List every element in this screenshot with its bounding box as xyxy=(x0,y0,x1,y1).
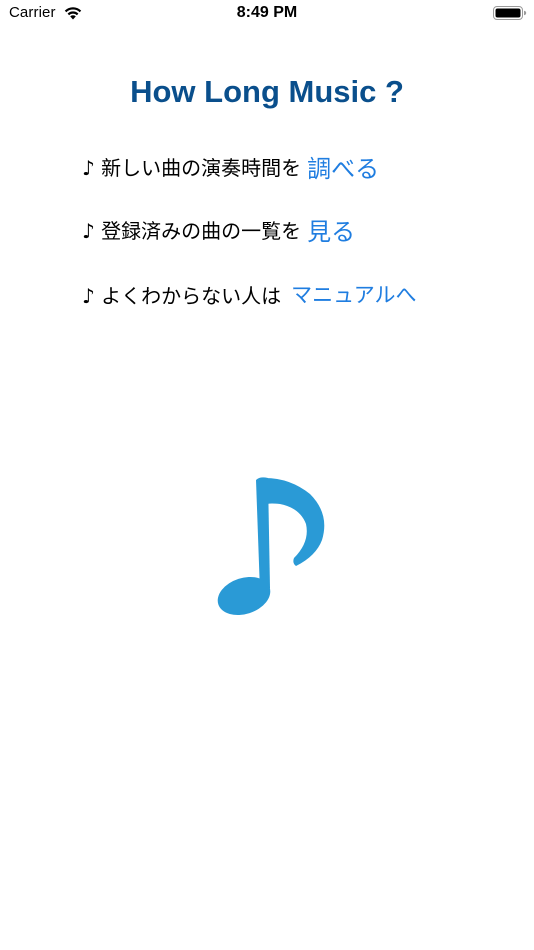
menu-row-song-list: ♪ 登録済みの曲の一覧を 見る xyxy=(82,209,355,249)
status-bar: Carrier 8:49 PM xyxy=(0,0,534,30)
manual-link[interactable]: マニュアルへ xyxy=(291,279,416,309)
menu-row-text: ♪ よくわからない人は xyxy=(82,283,282,308)
app-title: How Long Music ? xyxy=(130,74,404,109)
clock: 8:49 PM xyxy=(236,4,298,21)
view-song-list-link[interactable]: 見る xyxy=(307,212,355,247)
menu-row-check-duration: ♪ 新しい曲の演奏時間を 調べる xyxy=(82,146,379,186)
check-duration-link[interactable]: 調べる xyxy=(307,149,379,184)
menu-row-manual: ♪ よくわからない人は マニュアルへ xyxy=(82,274,417,314)
battery-icon xyxy=(493,6,527,20)
menu-row-text: ♪ 新しい曲の演奏時間を xyxy=(82,155,302,180)
menu-row-text: ♪ 登録済みの曲の一覧を xyxy=(82,218,302,243)
music-note-icon xyxy=(217,477,325,616)
